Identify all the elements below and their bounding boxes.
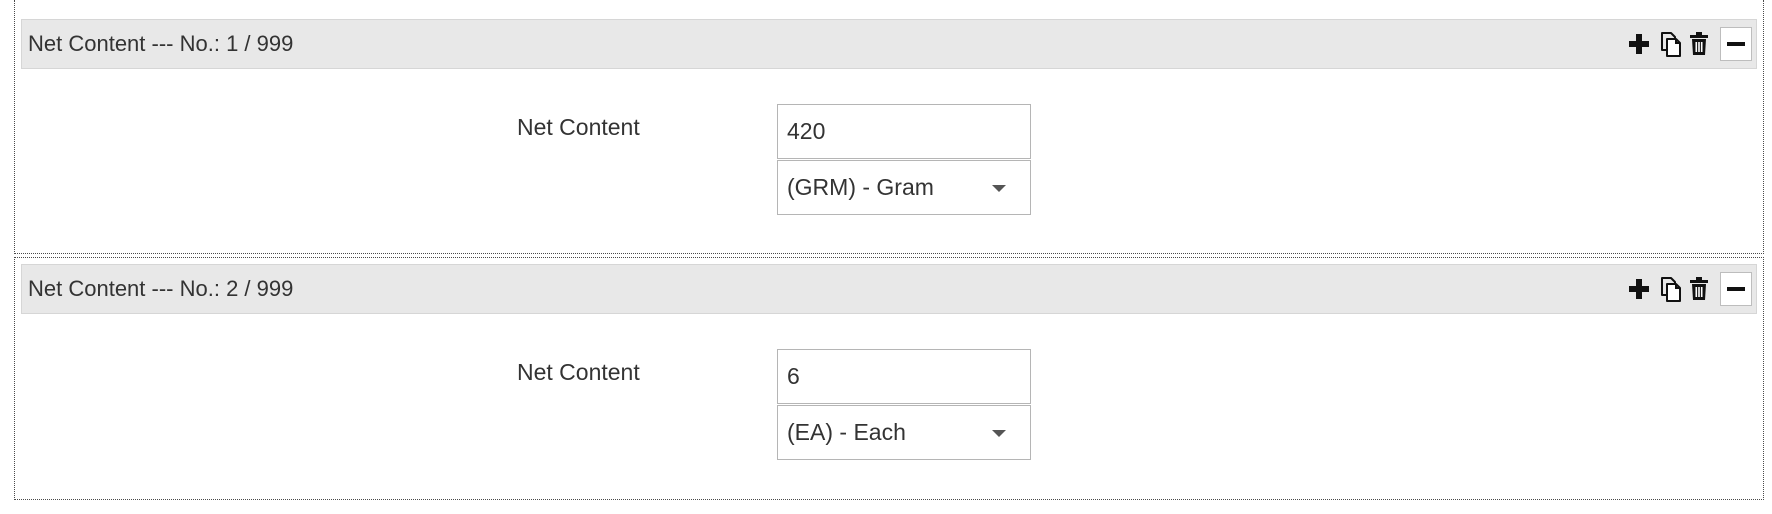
delete-button[interactable] xyxy=(1686,274,1712,304)
chevron-down-icon xyxy=(992,430,1006,437)
trash-icon xyxy=(1690,32,1708,55)
add-button[interactable] xyxy=(1626,29,1652,59)
net-content-label: Net Content xyxy=(517,114,640,140)
add-button[interactable] xyxy=(1626,274,1652,304)
section-body: Net Content (EA) - Each xyxy=(15,315,1763,499)
chevron-down-icon xyxy=(992,185,1006,192)
section-header: Net Content --- No.: 1 / 999 xyxy=(21,19,1757,69)
minus-icon xyxy=(1727,287,1745,291)
copy-icon xyxy=(1661,277,1681,302)
plus-icon xyxy=(1629,34,1649,54)
copy-icon xyxy=(1661,32,1681,57)
section-body: Net Content (GRM) - Gram xyxy=(15,70,1763,253)
unit-select[interactable]: (GRM) - Gram xyxy=(777,160,1031,215)
section-toolbar xyxy=(1626,20,1752,68)
delete-button[interactable] xyxy=(1686,29,1712,59)
section-title: Net Content --- No.: 2 / 999 xyxy=(28,276,294,301)
net-content-label: Net Content xyxy=(517,359,640,385)
net-content-value-input[interactable] xyxy=(777,349,1031,404)
unit-select[interactable]: (EA) - Each xyxy=(777,405,1031,460)
net-content-section-2: Net Content --- No.: 2 / 999 Net Content… xyxy=(14,257,1764,500)
collapse-button[interactable] xyxy=(1720,27,1752,61)
copy-button[interactable] xyxy=(1654,274,1684,304)
net-content-value-input[interactable] xyxy=(777,104,1031,159)
unit-select-value: (EA) - Each xyxy=(787,419,906,445)
plus-icon xyxy=(1629,279,1649,299)
collapse-button[interactable] xyxy=(1720,272,1752,306)
minus-icon xyxy=(1727,42,1745,46)
section-title: Net Content --- No.: 1 / 999 xyxy=(28,31,294,56)
section-toolbar xyxy=(1626,265,1752,313)
copy-button[interactable] xyxy=(1654,29,1684,59)
unit-select-value: (GRM) - Gram xyxy=(787,174,934,200)
net-content-sections: Net Content --- No.: 1 / 999 Net Content… xyxy=(0,0,1772,514)
net-content-section-1: Net Content --- No.: 1 / 999 Net Content… xyxy=(14,0,1764,254)
trash-icon xyxy=(1690,277,1708,300)
section-header: Net Content --- No.: 2 / 999 xyxy=(21,264,1757,314)
